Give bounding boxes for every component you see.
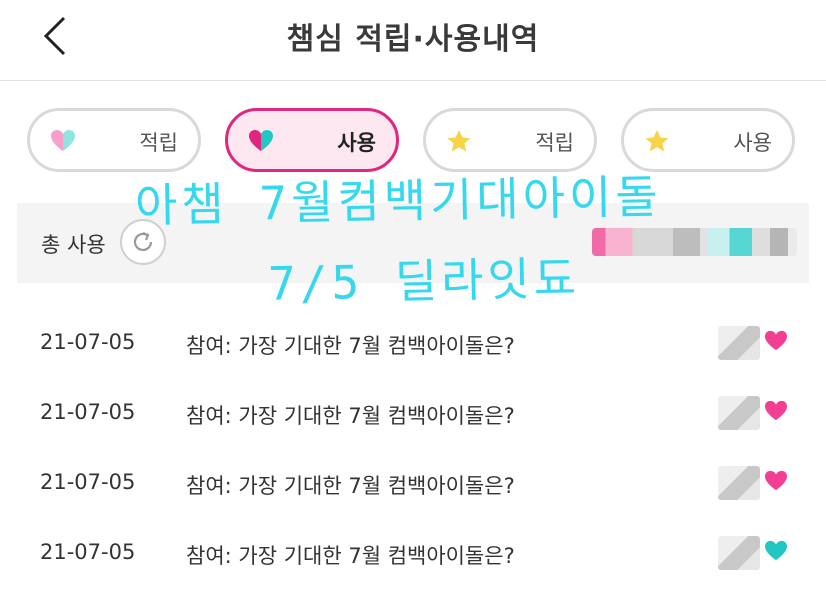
tab-star-use[interactable]: 사용 bbox=[621, 108, 795, 172]
tab-heart-earn[interactable]: 적립 bbox=[27, 108, 201, 172]
summary-bar: 총 사용 bbox=[17, 203, 809, 283]
blurred-amount bbox=[718, 396, 760, 430]
tab-label: 적립 bbox=[139, 131, 178, 155]
tab-heart-use[interactable]: 사용 bbox=[225, 108, 399, 172]
row-date: 21-07-05 bbox=[40, 330, 136, 354]
blurred-amount bbox=[718, 466, 760, 500]
list-item: 21-07-05 참여: 가장 기대한 7월 컴백아이돌은? bbox=[0, 524, 826, 592]
tab-label: 사용 bbox=[337, 131, 376, 155]
row-description: 참여: 가장 기대한 7월 컴백아이돌은? bbox=[186, 334, 515, 358]
row-description: 참여: 가장 기대한 7월 컴백아이돌은? bbox=[186, 544, 515, 568]
row-date: 21-07-05 bbox=[40, 400, 136, 424]
row-date: 21-07-05 bbox=[40, 470, 136, 494]
row-description: 참여: 가장 기대한 7월 컴백아이돌은? bbox=[186, 404, 515, 428]
blurred-total bbox=[707, 228, 797, 256]
heart-icon bbox=[765, 330, 787, 351]
row-date: 21-07-05 bbox=[40, 540, 136, 564]
star-icon bbox=[645, 130, 669, 152]
heart-icon bbox=[249, 130, 273, 151]
header-divider bbox=[0, 80, 826, 81]
page-title: 챔심 적립·사용내역 bbox=[286, 22, 540, 57]
header: 챔심 적립·사용내역 bbox=[0, 0, 826, 80]
blurred-amount bbox=[718, 326, 760, 360]
list-item: 21-07-05 참여: 가장 기대한 7월 컴백아이돌은? bbox=[0, 384, 826, 452]
blurred-amount bbox=[718, 536, 760, 570]
list-item: 21-07-05 참여: 가장 기대한 7월 컴백아이돌은? bbox=[0, 454, 826, 522]
list-item: 21-07-05 참여: 가장 기대한 7월 컴백아이돌은? bbox=[0, 314, 826, 382]
row-description: 참여: 가장 기대한 7월 컴백아이돌은? bbox=[186, 474, 515, 498]
refresh-button[interactable] bbox=[120, 219, 166, 265]
heart-icon bbox=[765, 470, 787, 491]
tab-star-earn[interactable]: 적립 bbox=[423, 108, 597, 172]
heart-icon bbox=[51, 130, 75, 151]
tab-label: 사용 bbox=[733, 131, 772, 155]
star-icon bbox=[447, 130, 471, 152]
total-used-label: 총 사용 bbox=[41, 233, 106, 257]
refresh-icon bbox=[133, 231, 153, 251]
tab-label: 적립 bbox=[535, 131, 574, 155]
heart-icon bbox=[765, 540, 787, 561]
heart-icon bbox=[765, 400, 787, 421]
